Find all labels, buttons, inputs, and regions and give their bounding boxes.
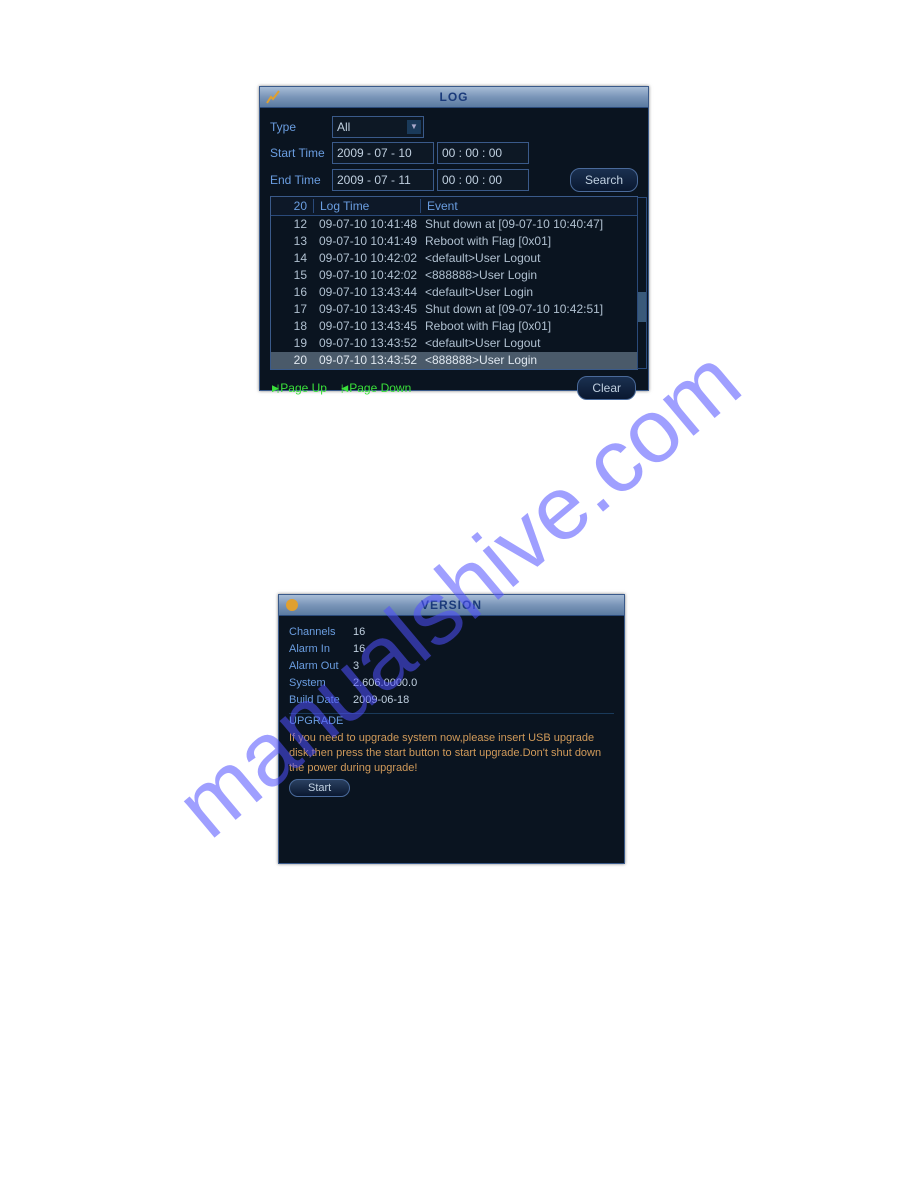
log-title: LOG [260, 90, 648, 104]
version-value: 16 [353, 624, 365, 641]
row-index: 17 [271, 301, 313, 318]
log-table: 20 Log Time Event 1209-07-10 10:41:48Shu… [270, 196, 638, 370]
upgrade-text: If you need to upgrade system now,please… [289, 731, 614, 776]
row-time: 09-07-10 13:43:52 [313, 352, 419, 369]
row-event: <default>User Login [419, 284, 637, 301]
log-dialog: LOG Type All ▼ Start Time 2009 - 07 - 10… [259, 86, 649, 391]
version-label: System [289, 675, 353, 692]
table-row[interactable]: 1409-07-10 10:42:02<default>User Logout [271, 250, 637, 267]
table-row[interactable]: 2009-07-10 13:43:52<888888>User Login [271, 352, 637, 369]
row-time: 09-07-10 10:42:02 [313, 250, 419, 267]
table-row[interactable]: 1909-07-10 13:43:52<default>User Logout [271, 335, 637, 352]
row-event: <888888>User Login [419, 352, 637, 369]
version-value: 2009-06-18 [353, 692, 409, 709]
row-index: 12 [271, 216, 313, 233]
version-label: Alarm In [289, 641, 353, 658]
col-event: Event [420, 199, 637, 213]
row-index: 16 [271, 284, 313, 301]
clear-button[interactable]: Clear [577, 376, 636, 400]
type-label: Type [270, 120, 332, 134]
dropdown-arrow-icon: ▼ [407, 120, 421, 134]
row-event: <default>User Logout [419, 250, 637, 267]
version-row: Channels16 [289, 624, 614, 641]
start-date-input[interactable]: 2009 - 07 - 10 [332, 142, 434, 164]
end-time-label: End Time [270, 173, 332, 187]
start-button[interactable]: Start [289, 779, 350, 797]
upgrade-heading: UPGRADE [289, 715, 614, 727]
row-index: 19 [271, 335, 313, 352]
row-time: 09-07-10 13:43:44 [313, 284, 419, 301]
row-index: 14 [271, 250, 313, 267]
version-row: System2.606.0000.0 [289, 675, 614, 692]
end-date-input[interactable]: 2009 - 07 - 11 [332, 169, 434, 191]
table-row[interactable]: 1709-07-10 13:43:45Shut down at [09-07-1… [271, 301, 637, 318]
row-index: 20 [271, 352, 313, 369]
version-row: Alarm In16 [289, 641, 614, 658]
version-label: Channels [289, 624, 353, 641]
page-down-button[interactable]: |◀ Page Down [341, 381, 411, 395]
version-row: Build Date2009-06-18 [289, 692, 614, 709]
type-select[interactable]: All ▼ [332, 116, 424, 138]
page-down-label: Page Down [349, 381, 411, 395]
row-event: <default>User Logout [419, 335, 637, 352]
col-logtime: Log Time [313, 199, 420, 213]
table-row[interactable]: 1509-07-10 10:42:02<888888>User Login [271, 267, 637, 284]
row-time: 09-07-10 13:43:52 [313, 335, 419, 352]
version-value: 2.606.0000.0 [353, 675, 417, 692]
table-row[interactable]: 1209-07-10 10:41:48Shut down at [09-07-1… [271, 216, 637, 233]
row-index: 15 [271, 267, 313, 284]
row-time: 09-07-10 10:41:49 [313, 233, 419, 250]
page-up-label: Page Up [280, 381, 327, 395]
version-titlebar: VERSION [279, 595, 624, 616]
page-up-button[interactable]: ▶| Page Up [272, 381, 327, 395]
row-event: Reboot with Flag [0x01] [419, 318, 637, 335]
table-row[interactable]: 1809-07-10 13:43:45Reboot with Flag [0x0… [271, 318, 637, 335]
page-down-icon: |◀ [341, 383, 346, 394]
row-time: 09-07-10 10:41:48 [313, 216, 419, 233]
end-time-input[interactable]: 00 : 00 : 00 [437, 169, 529, 191]
search-button[interactable]: Search [570, 168, 638, 192]
version-dialog: VERSION Channels16Alarm In16Alarm Out3Sy… [278, 594, 625, 864]
scrollbar-thumb[interactable] [638, 292, 646, 322]
log-titlebar: LOG [260, 87, 648, 108]
version-value: 16 [353, 641, 365, 658]
row-event: Shut down at [09-07-10 10:42:51] [419, 301, 637, 318]
row-event: Reboot with Flag [0x01] [419, 233, 637, 250]
row-time: 09-07-10 10:42:02 [313, 267, 419, 284]
row-event: <888888>User Login [419, 267, 637, 284]
row-event: Shut down at [09-07-10 10:40:47] [419, 216, 637, 233]
scrollbar[interactable] [637, 197, 647, 369]
version-row: Alarm Out3 [289, 658, 614, 675]
page-up-icon: ▶| [272, 383, 277, 394]
version-label: Build Date [289, 692, 353, 709]
row-time: 09-07-10 13:43:45 [313, 301, 419, 318]
start-time-input[interactable]: 00 : 00 : 00 [437, 142, 529, 164]
row-index: 13 [271, 233, 313, 250]
start-time-label: Start Time [270, 146, 332, 160]
row-time: 09-07-10 13:43:45 [313, 318, 419, 335]
log-count: 20 [271, 199, 313, 213]
table-row[interactable]: 1609-07-10 13:43:44<default>User Login [271, 284, 637, 301]
table-row[interactable]: 1309-07-10 10:41:49Reboot with Flag [0x0… [271, 233, 637, 250]
row-index: 18 [271, 318, 313, 335]
version-title: VERSION [279, 598, 624, 612]
version-value: 3 [353, 658, 359, 675]
type-value: All [337, 119, 350, 135]
version-label: Alarm Out [289, 658, 353, 675]
